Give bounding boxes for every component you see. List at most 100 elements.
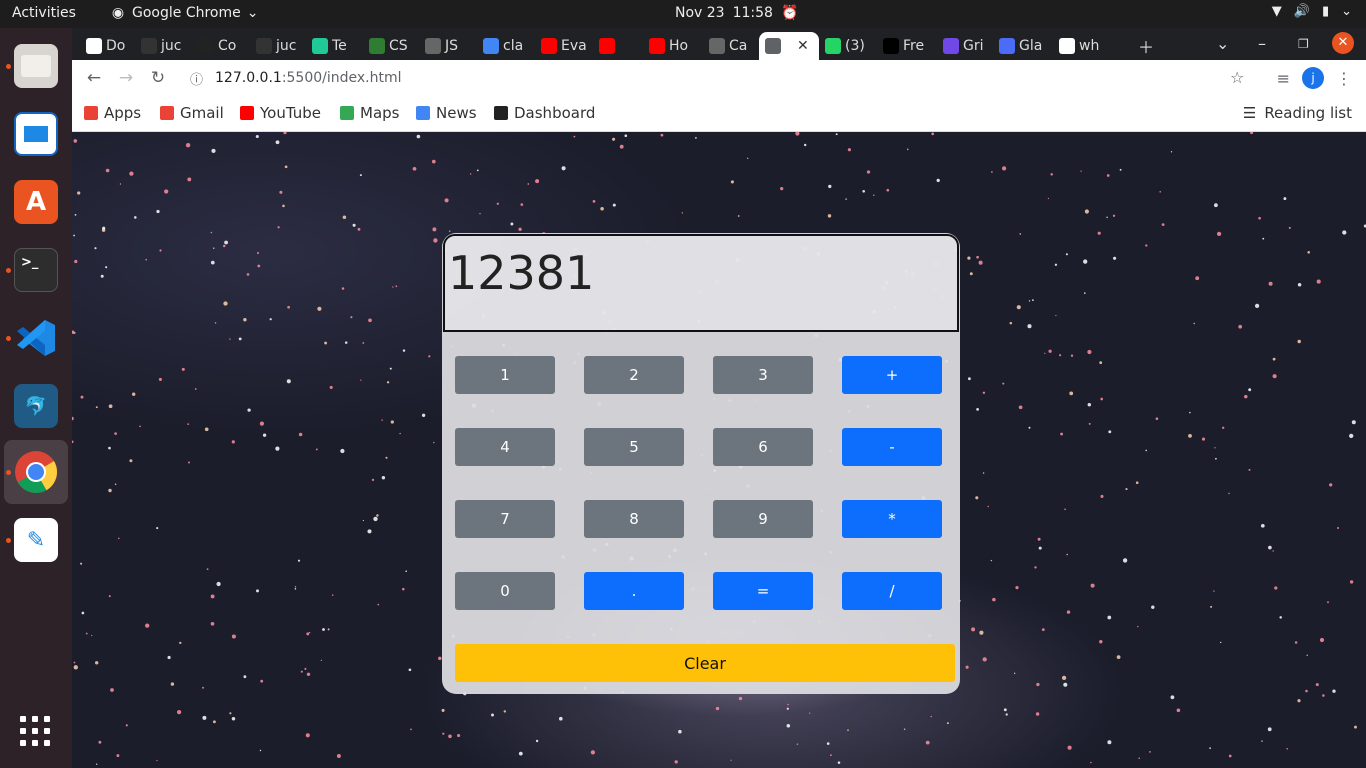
dock-files[interactable] <box>4 34 68 98</box>
bookmark-item[interactable]: Maps <box>340 104 399 122</box>
bookmark-item[interactable]: Dashboard <box>494 104 595 122</box>
minimize-button[interactable]: – <box>1258 34 1266 53</box>
page-viewport: 12381 Clear 1 2 3 +4 5 6- 7 8 9 * 0. = / <box>72 132 1366 768</box>
calc-key[interactable]: 4 <box>455 428 555 466</box>
clock-time: 11:58 <box>732 5 773 21</box>
browser-tab[interactable]: Eva <box>535 32 593 60</box>
more-menu-icon[interactable]: ⋮ <box>1336 69 1352 88</box>
browser-tab[interactable]: Ca <box>703 32 759 60</box>
bookmark-item[interactable]: Gmail <box>160 104 224 122</box>
browser-tab[interactable] <box>593 32 643 60</box>
reading-list-icon: ☰ <box>1242 104 1257 122</box>
calc-key[interactable]: 9 <box>713 500 813 538</box>
tab-favicon-icon <box>541 38 557 54</box>
tab-label: Gla <box>1019 38 1043 54</box>
dock-chrome[interactable] <box>4 440 68 504</box>
profile-avatar[interactable]: j <box>1302 67 1324 89</box>
browser-tab[interactable]: JS <box>419 32 477 60</box>
new-tab-button[interactable]: ＋ <box>1138 34 1154 58</box>
clock[interactable]: Nov 23 11:58 ⏰ <box>675 5 798 21</box>
browser-tab[interactable]: Gri <box>937 32 993 60</box>
tab-favicon-icon <box>141 38 157 54</box>
calc-key[interactable]: 1 <box>455 356 555 394</box>
browser-tab[interactable]: ✕ <box>759 32 819 60</box>
maximize-button[interactable]: ❐ <box>1298 37 1309 51</box>
bookmark-item[interactable]: Apps <box>84 104 141 122</box>
calc-key[interactable]: / <box>842 572 942 610</box>
bookmark-item[interactable]: YouTube <box>240 104 321 122</box>
activities-button[interactable]: Activities <box>12 5 76 21</box>
text-editor-icon: ✎ <box>14 518 58 562</box>
dock-terminal[interactable]: >_ <box>4 238 68 302</box>
system-tray[interactable]: ▼ 🔊 ▮ ⌄ <box>1272 4 1352 19</box>
wifi-icon: ▼ <box>1271 4 1282 19</box>
browser-tab[interactable]: Co <box>192 32 250 60</box>
app-menu[interactable]: ◉ Google Chrome ⌄ <box>110 5 259 21</box>
chevron-down-icon: ⌄ <box>1341 4 1352 19</box>
browser-tab[interactable]: Fre <box>877 32 937 60</box>
show-applications-icon[interactable] <box>20 716 50 746</box>
media-control-icon[interactable]: ≡ <box>1277 69 1290 88</box>
browser-tab[interactable]: CS <box>363 32 419 60</box>
tab-favicon-icon <box>312 38 328 54</box>
bookmark-item[interactable]: News <box>416 104 477 122</box>
bookmark-icon <box>340 106 354 120</box>
running-indicator <box>6 470 11 475</box>
tab-label: Do <box>106 38 126 54</box>
browser-tab[interactable]: Gla <box>993 32 1053 60</box>
battery-icon: ▮ <box>1321 4 1330 19</box>
back-button[interactable]: ← <box>84 68 104 88</box>
dock-impress[interactable] <box>4 102 68 166</box>
calculator-display: 12381 <box>443 234 959 332</box>
browser-tab[interactable]: juc <box>135 32 192 60</box>
browser-tab[interactable]: cla <box>477 32 535 60</box>
calc-key[interactable]: . <box>584 572 684 610</box>
browser-tab[interactable]: juc <box>250 32 306 60</box>
calc-key[interactable]: - <box>842 428 942 466</box>
calc-key[interactable]: 8 <box>584 500 684 538</box>
running-indicator <box>6 268 11 273</box>
close-tab-icon[interactable]: ✕ <box>797 38 809 54</box>
clock-date: Nov 23 <box>675 5 725 21</box>
tab-favicon-icon <box>999 38 1015 54</box>
calc-key[interactable]: = <box>713 572 813 610</box>
tab-favicon-icon <box>765 38 781 54</box>
tab-search-icon[interactable]: ⌄ <box>1216 34 1229 53</box>
tab-favicon-icon <box>1059 38 1075 54</box>
bookmark-star-icon[interactable]: ☆ <box>1230 68 1244 87</box>
address-bar[interactable]: ⓘ 127.0.0.1:5500/index.html <box>178 64 1258 92</box>
running-indicator <box>6 336 11 341</box>
bookmark-label: Maps <box>360 104 400 122</box>
forward-button[interactable]: → <box>116 68 136 88</box>
calc-key[interactable]: + <box>842 356 942 394</box>
calc-key[interactable]: 3 <box>713 356 813 394</box>
close-window-button[interactable]: ✕ <box>1332 32 1354 54</box>
reload-button[interactable]: ↻ <box>148 68 168 88</box>
calc-key[interactable]: 5 <box>584 428 684 466</box>
tab-favicon-icon <box>198 38 214 54</box>
calc-key[interactable]: 0 <box>455 572 555 610</box>
calc-key[interactable]: * <box>842 500 942 538</box>
tab-favicon-icon <box>943 38 959 54</box>
browser-tab[interactable]: (3) <box>819 32 877 60</box>
calculator: 12381 Clear 1 2 3 +4 5 6- 7 8 9 * 0. = / <box>442 233 960 694</box>
dock: A >_ 🐬 ✎ <box>0 28 72 768</box>
browser-tab[interactable]: Te <box>306 32 363 60</box>
calc-key[interactable]: 6 <box>713 428 813 466</box>
site-info-icon[interactable]: ⓘ <box>190 69 203 88</box>
browser-tab[interactable]: Do <box>80 32 135 60</box>
tab-favicon-icon <box>649 38 665 54</box>
clear-button[interactable]: Clear <box>455 644 955 682</box>
dock-mysql-workbench[interactable]: 🐬 <box>4 374 68 438</box>
dock-vscode[interactable] <box>4 306 68 370</box>
dock-software[interactable]: A <box>4 170 68 234</box>
browser-tab[interactable]: wh <box>1053 32 1113 60</box>
bookmark-label: Dashboard <box>514 104 596 122</box>
bookmark-icon <box>494 106 508 120</box>
calc-key[interactable]: 7 <box>455 500 555 538</box>
reading-list-button[interactable]: ☰ Reading list <box>1243 104 1352 122</box>
browser-tab[interactable]: Ho <box>643 32 703 60</box>
app-menu-label: Google Chrome <box>132 5 241 21</box>
calc-key[interactable]: 2 <box>584 356 684 394</box>
dock-text-editor[interactable]: ✎ <box>4 508 68 572</box>
